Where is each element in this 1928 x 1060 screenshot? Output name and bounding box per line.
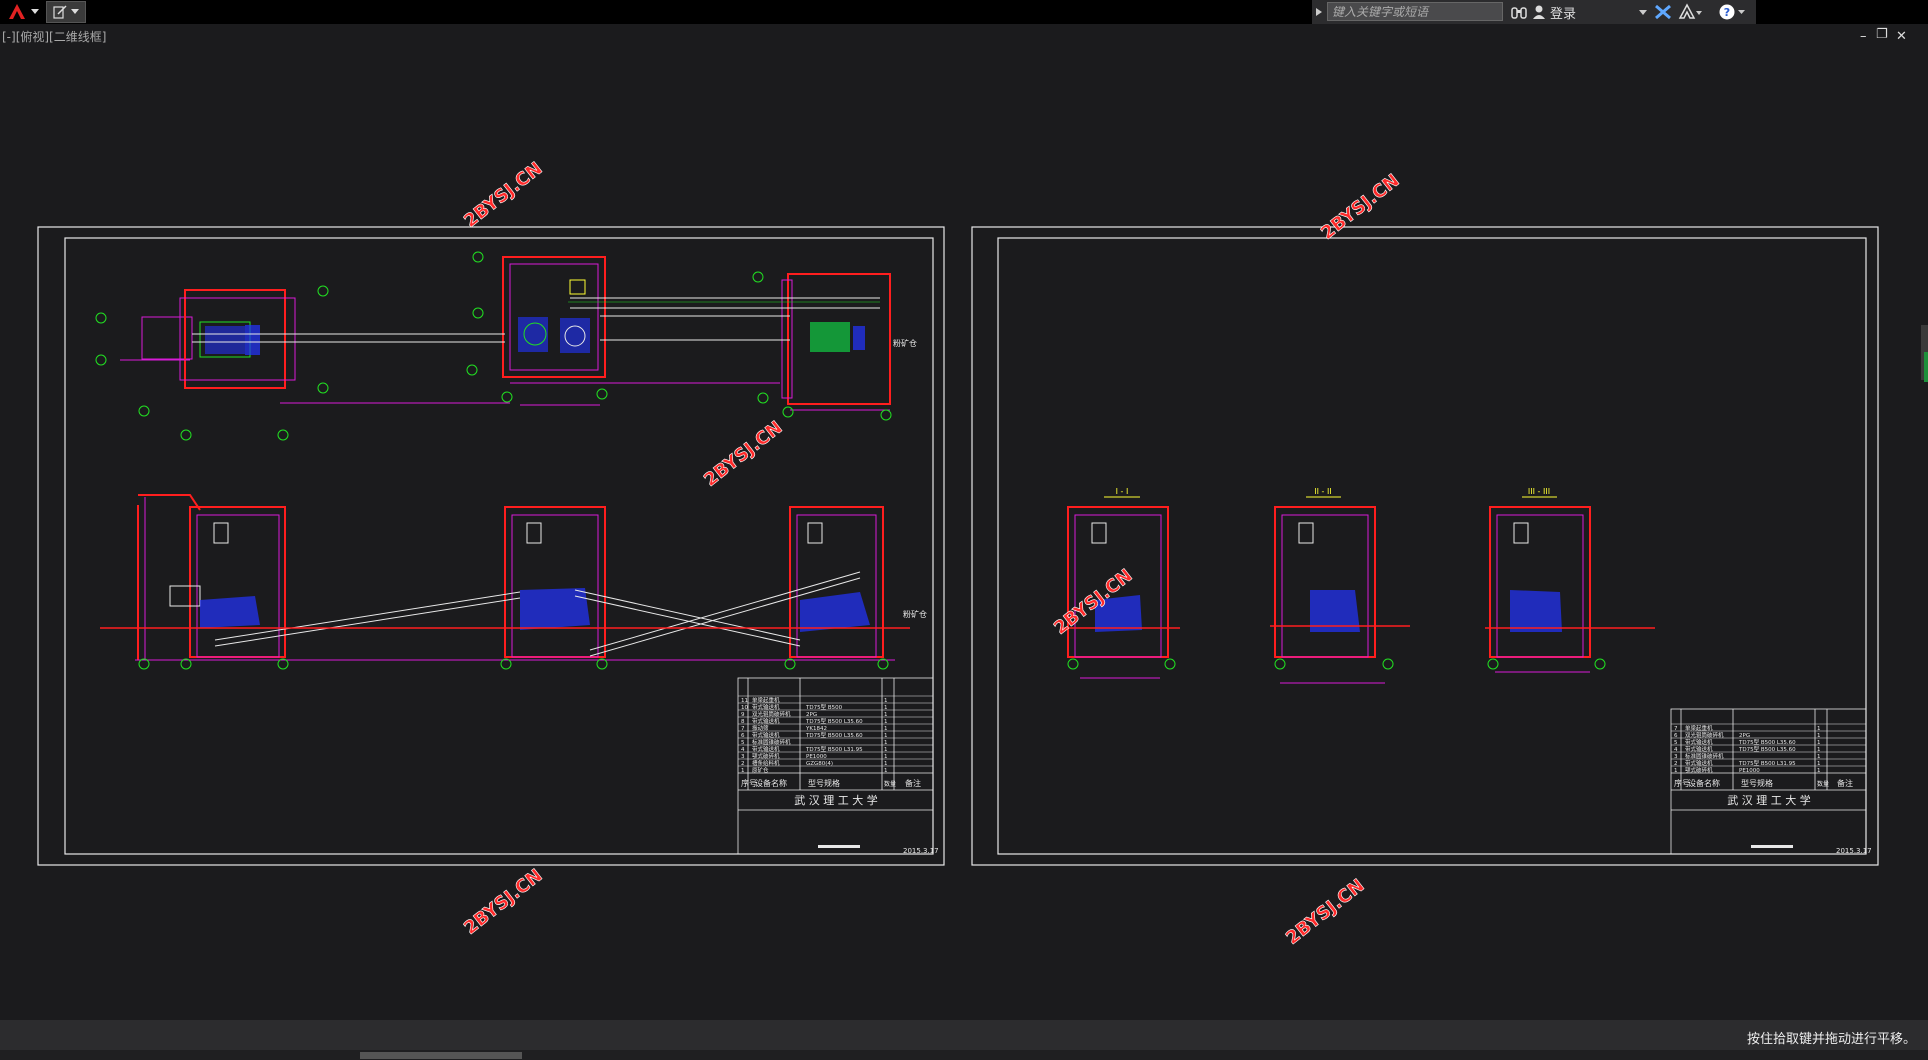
bom-1-col-name: 设备名称 — [755, 778, 787, 788]
bom-cell: PE1000 — [1739, 768, 1760, 774]
watermark-text: 2BYSJ.CN — [460, 158, 546, 232]
drawing-date-1: 2015.3.17 — [903, 847, 939, 855]
section-title-1: I - I — [1116, 487, 1129, 496]
status-bar — [0, 1020, 1928, 1050]
bom-1-col-qty: 数量 — [884, 780, 896, 788]
bom-cell: 原矿仓 — [752, 766, 769, 774]
ore-bin-label-1: 粉矿仓 — [893, 338, 917, 348]
bom-2-col-qty: 数量 — [1817, 780, 1829, 788]
bom-1-col-spec: 型号规格 — [808, 778, 840, 788]
bom-cell: 1 — [741, 768, 745, 774]
plan-view: 粉矿仓 — [95, 251, 917, 441]
drawing-date-2: 2015.3.17 — [1836, 847, 1872, 855]
horizontal-scrollbar-thumb[interactable] — [360, 1052, 522, 1059]
bom-table-2-rows: 7 单梁起重机 16 双光辊筒破碎机 2PG 15 带式输送机 TD75型 B500 L35.… — [1671, 723, 1866, 774]
drawing-canvas[interactable]: 粉矿仓 粉矿仓 11 单梁起重机 110 带式输送机 TD75型 B500 19… — [0, 0, 1928, 1020]
bom-2-col-spec: 型号规格 — [1741, 778, 1773, 788]
navigation-bar-handle[interactable] — [1924, 352, 1928, 382]
sheet-2: I - I II - II III - III 7 单梁起重机 16 双光辊筒破… — [971, 226, 1879, 866]
watermarks: 2BYSJ.CN 2BYSJ.CN 2BYSJ.CN 2BYSJ.CN 2BYS… — [460, 158, 1404, 949]
bom-2-col-note: 备注 — [1837, 778, 1853, 788]
watermark-text: 2BYSJ.CN — [1317, 170, 1403, 244]
watermark-text: 2BYSJ.CN — [460, 865, 546, 939]
watermark-text: 2BYSJ.CN — [700, 417, 786, 491]
bom-cell: 1 — [1817, 768, 1821, 774]
university-name-2: 武 汉 理 工 大 学 — [1727, 793, 1810, 807]
bom-1-col-note: 备注 — [905, 778, 921, 788]
watermark-text: 2BYSJ.CN — [1282, 875, 1368, 949]
university-name-1: 武 汉 理 工 大 学 — [794, 793, 877, 807]
bom-cell: 颚式破碎机 — [1685, 766, 1713, 774]
section-views: I - I II - II III - III — [1060, 487, 1655, 684]
section-title-3: III - III — [1528, 487, 1550, 496]
horizontal-scrollbar[interactable] — [0, 1050, 1928, 1060]
bom-table-1-rows: 11 单梁起重机 110 带式输送机 TD75型 B500 19 双光辊筒破碎机 2PG 18 带… — [738, 695, 933, 774]
ore-bin-label-2: 粉矿仓 — [903, 609, 927, 619]
section-title-2: II - II — [1314, 487, 1331, 496]
sheet-1: 粉矿仓 粉矿仓 11 单梁起重机 110 带式输送机 TD75型 B500 19… — [37, 226, 945, 866]
status-message: 按住拾取键并拖动进行平移。 — [1746, 1032, 1916, 1047]
elevation-view: 粉矿仓 — [100, 494, 927, 670]
sheet-2-inner-frame — [997, 237, 1867, 855]
sheet-1-inner-frame — [64, 237, 934, 855]
bom-cell: 1 — [884, 768, 888, 774]
sheet-1-outer-frame — [37, 226, 945, 866]
bom-2-col-name: 设备名称 — [1688, 778, 1720, 788]
bom-cell: 1 — [1674, 768, 1678, 774]
